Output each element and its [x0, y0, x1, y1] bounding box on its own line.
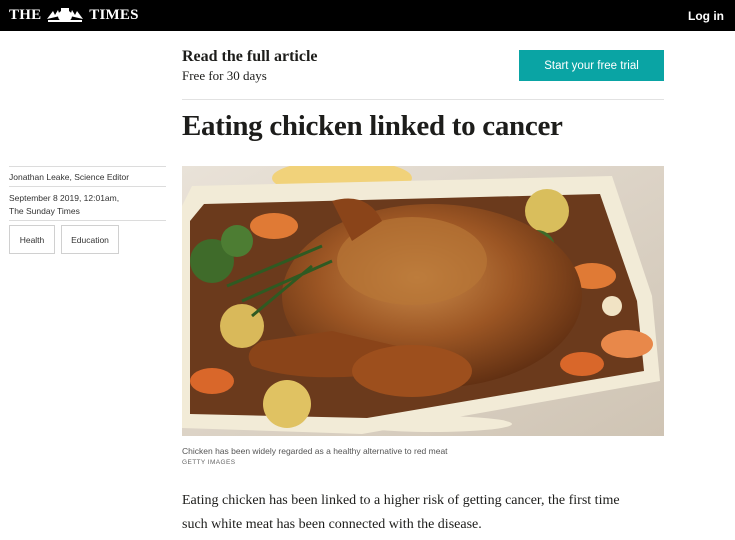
publication-name: The Sunday Times: [9, 206, 80, 216]
tag-health[interactable]: Health: [9, 225, 55, 254]
meta-divider-top: [9, 166, 166, 167]
author-byline[interactable]: Jonathan Leake, Science Editor: [9, 172, 166, 182]
photo-credit: GETTY IMAGES: [182, 459, 236, 466]
body-line-2: such white meat has been connected with …: [182, 517, 482, 532]
body-line-1: Eating chicken has been linked to a high…: [182, 493, 620, 508]
the-times-logo[interactable]: THE TIMES: [9, 6, 139, 24]
article-headline: Eating chicken linked to cancer: [182, 110, 563, 142]
roast-chicken-photo: [182, 166, 664, 436]
meta-divider-author: [9, 186, 166, 187]
promo-title: Read the full article: [182, 48, 318, 65]
meta-divider-date: [9, 220, 166, 221]
login-link[interactable]: Log in: [688, 9, 724, 23]
royal-crest-icon: [47, 8, 84, 22]
promo-subtitle: Free for 30 days: [182, 68, 267, 83]
publish-date: September 8 2019, 12:01am,: [9, 193, 120, 203]
promo-divider: [182, 99, 664, 100]
top-navigation-bar: THE TIMES Log in: [0, 0, 735, 31]
logo-text-times: TIMES: [89, 6, 139, 23]
article-body-paragraph: Eating chicken has been linked to a high…: [182, 489, 672, 537]
photo-caption: Chicken has been widely regarded as a he…: [182, 446, 448, 456]
logo-text-the: THE: [9, 6, 42, 23]
tag-education[interactable]: Education: [61, 225, 119, 254]
start-free-trial-button[interactable]: Start your free trial: [519, 50, 664, 81]
